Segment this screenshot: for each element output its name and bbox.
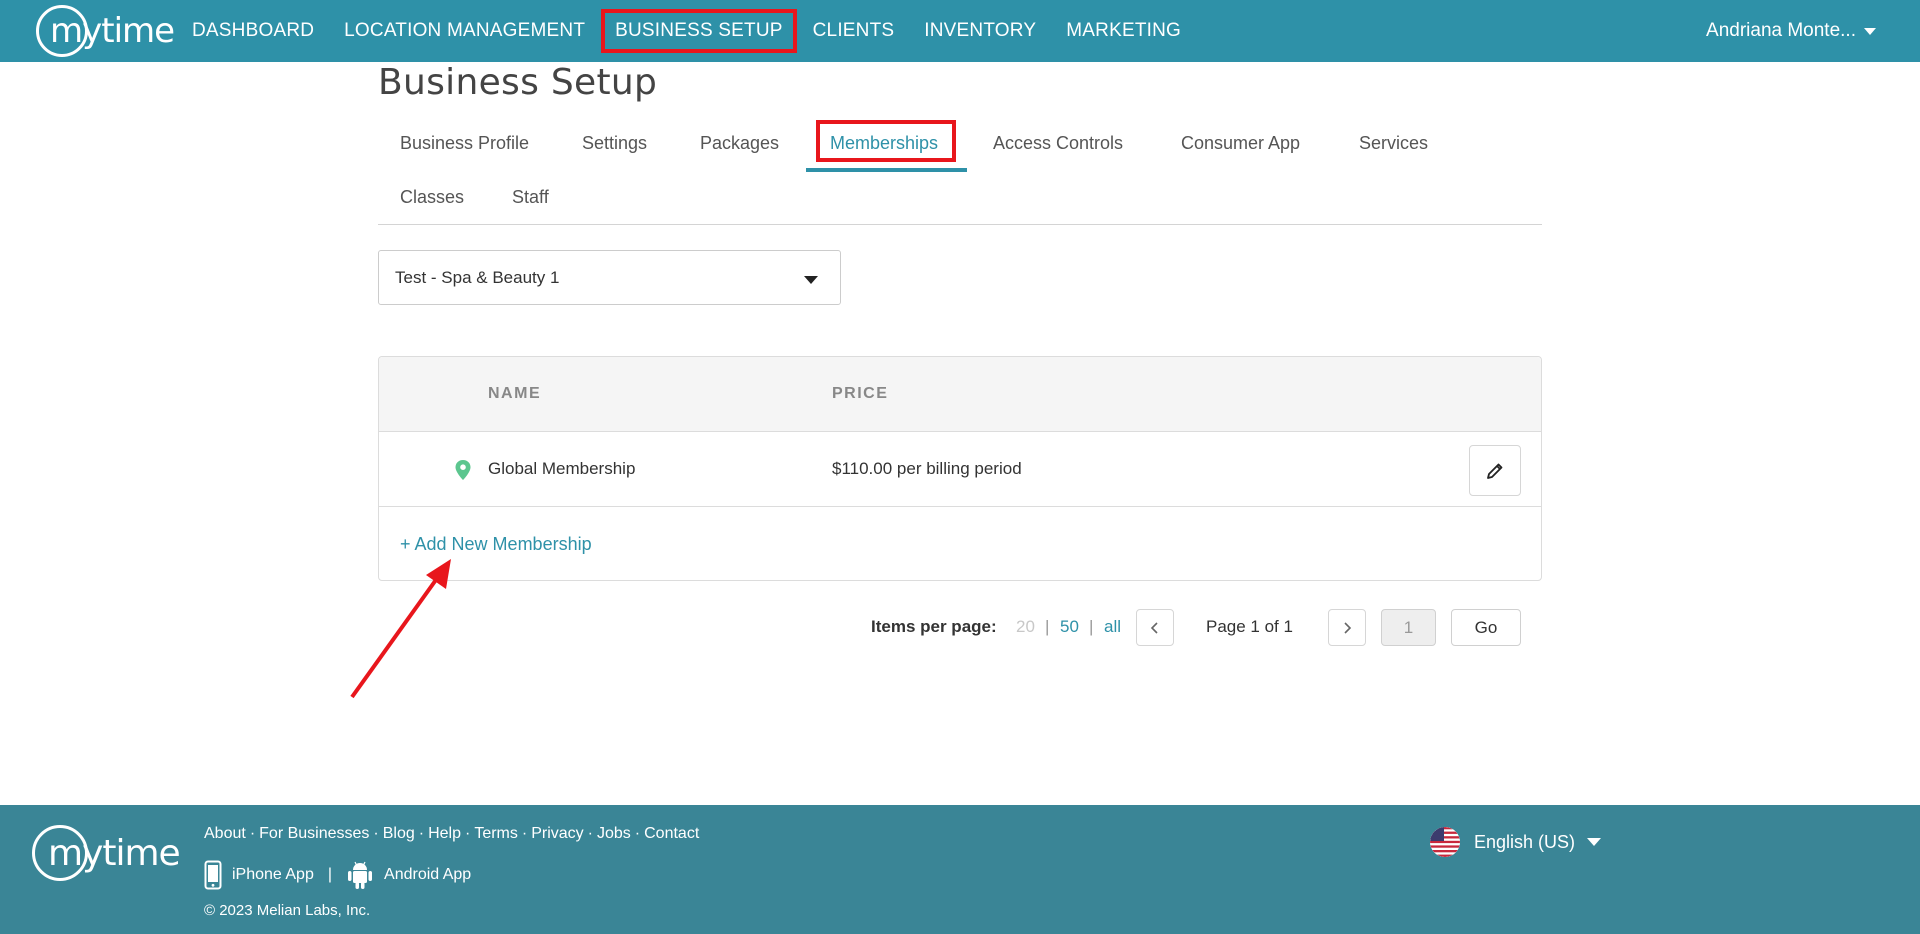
location-select-value: Test - Spa & Beauty 1 [395, 268, 560, 287]
nav-item-location-management[interactable]: LOCATION MANAGEMENT [344, 20, 585, 42]
previous-page-button[interactable] [1136, 609, 1174, 646]
footer: mytime About · For Businesses · Blog · Help · Te… [0, 805, 1920, 934]
items-per-page-label: Items per page: [871, 617, 997, 636]
nav-item-marketing[interactable]: MARKETING [1066, 20, 1181, 42]
chevron-down-icon [804, 276, 818, 284]
table-header: NAME PRICE [379, 357, 1541, 432]
separator: · [418, 825, 425, 842]
setup-tabs: Business Profile Settings Packages Membe… [378, 118, 1542, 225]
logo-text: mytime [48, 833, 181, 874]
tab-staff[interactable]: Staff [512, 187, 549, 208]
chevron-right-icon [1344, 621, 1352, 634]
items-per-page-all[interactable]: all [1104, 617, 1121, 637]
us-flag-icon [1430, 827, 1460, 857]
go-button[interactable]: Go [1451, 609, 1521, 646]
next-page-button[interactable] [1328, 609, 1366, 646]
column-header-price: PRICE [832, 385, 889, 402]
footer-link-for-businesses[interactable]: For Businesses [259, 825, 369, 842]
separator: | [1089, 617, 1094, 636]
chevron-down-icon [1864, 27, 1876, 35]
android-icon [348, 861, 373, 889]
main-nav: DASHBOARD LOCATION MANAGEMENT BUSINESS S… [192, 0, 1211, 62]
annotation-arrow [350, 559, 451, 699]
location-pin-icon [455, 460, 471, 480]
tab-services[interactable]: Services [1359, 133, 1428, 154]
iphone-app-label: iPhone App [232, 866, 314, 883]
app-links: iPhone App | Android App [204, 859, 471, 891]
separator: · [249, 825, 256, 842]
tab-consumer-app[interactable]: Consumer App [1181, 133, 1300, 154]
active-tab-underline [806, 168, 967, 172]
user-menu[interactable]: Andriana Monte... [1706, 0, 1876, 62]
separator: · [634, 825, 641, 842]
tab-access-controls[interactable]: Access Controls [993, 133, 1123, 154]
footer-link-contact[interactable]: Contact [644, 825, 699, 842]
page-indicator: Page 1 of 1 [1206, 617, 1293, 636]
nav-item-inventory[interactable]: INVENTORY [924, 20, 1036, 42]
tab-settings[interactable]: Settings [582, 133, 647, 154]
separator: · [521, 825, 528, 842]
footer-mytime-logo[interactable]: mytime [32, 825, 181, 885]
footer-link-blog[interactable]: Blog [383, 825, 415, 842]
tab-memberships[interactable]: Memberships [830, 133, 938, 154]
top-navigation-bar: mytime DASHBOARD LOCATION MANAGEMENT BUS… [0, 0, 1920, 62]
column-header-name: NAME [488, 385, 542, 402]
separator: | [1045, 617, 1050, 636]
footer-link-privacy[interactable]: Privacy [531, 825, 583, 842]
language-selector[interactable]: English (US) [1430, 825, 1602, 859]
separator: · [587, 825, 593, 842]
items-per-page-20[interactable]: 20 [1016, 617, 1035, 637]
language-label: English (US) [1474, 831, 1576, 852]
iphone-app-link[interactable]: iPhone App [204, 860, 314, 890]
phone-icon [204, 860, 222, 890]
mytime-logo[interactable]: mytime [36, 5, 175, 57]
items-per-page-50[interactable]: 50 [1060, 617, 1079, 637]
nav-item-clients[interactable]: CLIENTS [813, 20, 895, 42]
logo-text: mytime [50, 11, 175, 51]
android-app-label: Android App [384, 866, 472, 883]
page-title: Business Setup [378, 62, 658, 103]
footer-link-jobs[interactable]: Jobs [597, 825, 631, 842]
separator: | [327, 866, 333, 883]
memberships-table: NAME PRICE Global Membership $110.00 per… [378, 356, 1542, 581]
user-name: Andriana Monte... [1706, 20, 1856, 41]
footer-link-terms[interactable]: Terms [474, 825, 518, 842]
tab-business-profile[interactable]: Business Profile [400, 133, 529, 154]
location-select[interactable]: Test - Spa & Beauty 1 [378, 250, 841, 305]
footer-link-help[interactable]: Help [428, 825, 461, 842]
android-app-link[interactable]: Android App [346, 860, 471, 890]
tab-packages[interactable]: Packages [700, 133, 779, 154]
tab-classes[interactable]: Classes [400, 187, 464, 208]
copyright-text: © 2023 Melian Labs, Inc. [204, 902, 371, 919]
separator: · [465, 825, 471, 842]
edit-membership-button[interactable] [1469, 445, 1521, 496]
footer-link-about[interactable]: About [204, 825, 246, 842]
separator: · [373, 825, 379, 842]
chevron-left-icon [1150, 621, 1158, 634]
membership-name: Global Membership [488, 459, 636, 478]
pencil-icon [1487, 463, 1503, 479]
nav-item-dashboard[interactable]: DASHBOARD [192, 20, 314, 42]
footer-links: About · For Businesses · Blog · Help · Terms · Pri… [204, 825, 699, 843]
nav-item-business-setup[interactable]: BUSINESS SETUP [601, 9, 797, 53]
page-number-input[interactable] [1381, 609, 1436, 646]
chevron-down-icon [1587, 838, 1602, 846]
membership-price: $110.00 per billing period [832, 459, 1022, 478]
table-row: Global Membership $110.00 per billing pe… [379, 432, 1541, 507]
